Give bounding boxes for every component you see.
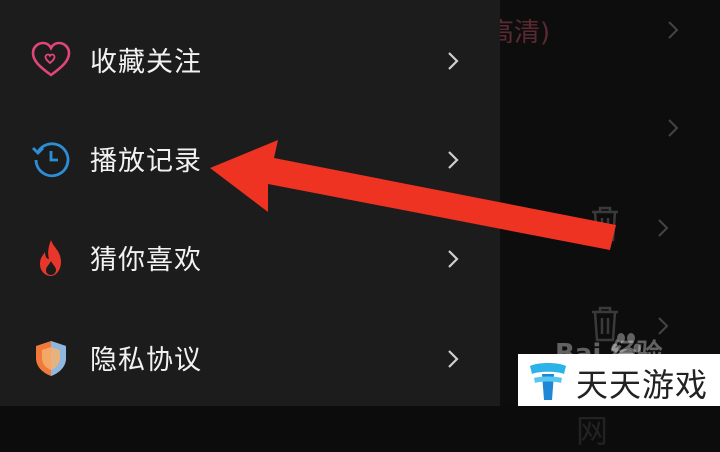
- menu-item-favorites[interactable]: 收藏关注: [0, 16, 500, 106]
- menu-item-label: 猜你喜欢: [90, 245, 202, 276]
- chevron-right-icon: [445, 149, 461, 171]
- menu-item-recommendations[interactable]: 猜你喜欢: [0, 214, 500, 304]
- menu-item-play-history[interactable]: 播放记录: [0, 115, 500, 205]
- site-logo-watermark: 天天游戏网: [518, 354, 720, 450]
- chevron-right-icon: [445, 348, 461, 370]
- chevron-right-icon: [445, 50, 461, 72]
- chevron-right-icon[interactable]: [666, 118, 680, 137]
- menu-item-privacy-policy[interactable]: 隐私协议: [0, 314, 500, 404]
- chevron-right-icon[interactable]: [656, 218, 670, 237]
- shield-icon: [30, 337, 72, 379]
- heart-icon: [30, 39, 72, 81]
- site-name: 天天游戏网: [576, 366, 709, 450]
- chevron-right-icon: [445, 248, 461, 270]
- chevron-right-icon[interactable]: [656, 316, 670, 335]
- side-drawer: 收藏关注 播放记录 猜你喜欢 隐私协议: [0, 0, 500, 406]
- menu-item-label: 播放记录: [90, 146, 202, 177]
- flame-icon: [30, 237, 72, 279]
- chevron-right-icon[interactable]: [666, 20, 680, 39]
- menu-item-label: 收藏关注: [90, 47, 202, 78]
- history-clock-icon: [30, 138, 72, 180]
- menu-item-label: 隐私协议: [90, 345, 202, 376]
- trash-icon[interactable]: [588, 204, 622, 244]
- site-logo-icon: [528, 360, 568, 402]
